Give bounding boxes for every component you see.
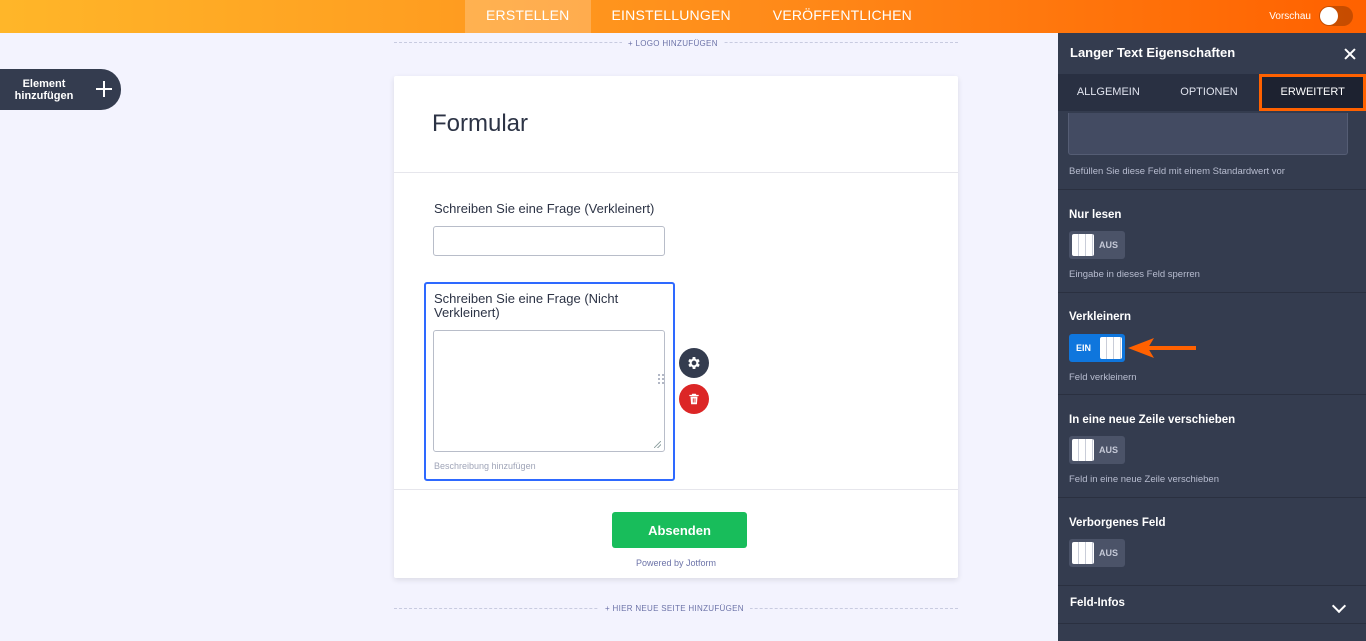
description-placeholder[interactable]: Beschreibung hinzufügen: [434, 461, 536, 471]
tab-allgemein[interactable]: ALLGEMEIN: [1058, 74, 1159, 111]
toggle-knob: [1072, 542, 1094, 564]
toggle-state: AUS: [1099, 548, 1119, 558]
tab-veroeffentlichen[interactable]: VERÖFFENTLICHEN: [752, 0, 933, 33]
toggle-knob: [1072, 234, 1094, 256]
panel-title: Langer Text Eigenschaften: [1070, 45, 1236, 60]
toggle-state: AUS: [1099, 240, 1119, 250]
separator: [1058, 292, 1366, 293]
new-line-title: In eine neue Zeile verschieben: [1069, 414, 1236, 426]
hidden-field-toggle[interactable]: AUS: [1069, 539, 1125, 567]
add-element-button[interactable]: Element hinzufügen: [0, 69, 121, 110]
tab-optionen[interactable]: OPTIONEN: [1159, 74, 1260, 111]
tab-erweitert[interactable]: ERWEITERT: [1259, 74, 1366, 111]
form-card: Formular Schreiben Sie eine Frage (Verkl…: [394, 76, 958, 578]
panel-tabs: ALLGEMEIN OPTIONEN ERWEITERT: [1058, 74, 1366, 111]
delete-field-button[interactable]: [679, 384, 709, 414]
separator: [1058, 623, 1366, 624]
builder-tabs: ERSTELLEN EINSTELLUNGEN VERÖFFENTLICHEN: [465, 0, 933, 33]
toggle-state: AUS: [1099, 445, 1119, 455]
shrink-helper: Feld verkleinern: [1069, 372, 1137, 383]
gear-icon: [688, 357, 700, 369]
field-settings-button[interactable]: [679, 348, 709, 378]
chevron-down-icon[interactable]: [1331, 598, 1347, 614]
add-element-label: Element hinzufügen: [14, 77, 74, 102]
add-page-link[interactable]: + HIER NEUE SEITE HINZUFÜGEN: [599, 604, 750, 613]
question2-textarea[interactable]: [433, 330, 665, 452]
form-title[interactable]: Formular: [432, 110, 528, 138]
separator: [1058, 394, 1366, 395]
preview-label: Vorschau: [1269, 10, 1311, 22]
shrink-toggle[interactable]: EIN: [1069, 334, 1125, 362]
toggle-knob: [1072, 439, 1094, 461]
top-navigation-bar: ERSTELLEN EINSTELLUNGEN VERÖFFENTLICHEN …: [0, 0, 1366, 33]
hidden-field-title: Verborgenes Feld: [1069, 517, 1166, 529]
question1-label[interactable]: Schreiben Sie eine Frage (Verkleinert): [434, 202, 654, 216]
separator: [1058, 189, 1366, 190]
read-only-helper: Eingabe in dieses Feld sperren: [1069, 269, 1200, 280]
header-divider: [394, 172, 958, 173]
read-only-title: Nur lesen: [1069, 209, 1122, 221]
new-line-helper: Feld in eine neue Zeile verschieben: [1069, 474, 1219, 485]
trash-icon: [689, 393, 699, 405]
default-value-textarea[interactable]: [1068, 113, 1348, 155]
tab-erstellen[interactable]: ERSTELLEN: [465, 0, 591, 33]
drag-handle-icon[interactable]: [658, 374, 666, 388]
preview-toggle[interactable]: [1319, 6, 1353, 26]
field-info-accordion[interactable]: Feld-Infos: [1070, 597, 1125, 609]
footer-divider: [394, 489, 958, 490]
close-icon[interactable]: [1344, 48, 1356, 60]
annotation-arrow-icon: [1128, 338, 1196, 358]
toggle-knob: [1100, 337, 1122, 359]
separator: [1058, 585, 1366, 586]
question1-input[interactable]: [433, 226, 665, 256]
new-line-toggle[interactable]: AUS: [1069, 436, 1125, 464]
add-logo-link[interactable]: + LOGO HINZUFÜGEN: [622, 39, 724, 48]
question2-label[interactable]: Schreiben Sie eine Frage (Nicht Verklein…: [434, 292, 654, 320]
submit-button[interactable]: Absenden: [612, 512, 747, 548]
plus-icon: [96, 81, 112, 97]
powered-by-text: Powered by Jotform: [635, 558, 717, 568]
preview-control: Vorschau: [1269, 6, 1353, 26]
shrink-title: Verkleinern: [1069, 311, 1132, 323]
separator: [1058, 497, 1366, 498]
tab-einstellungen[interactable]: EINSTELLUNGEN: [591, 0, 752, 33]
default-value-helper: Befüllen Sie diese Feld mit einem Standa…: [1069, 166, 1285, 177]
properties-panel: Langer Text Eigenschaften ALLGEMEIN OPTI…: [1058, 33, 1366, 641]
resize-handle-icon[interactable]: [654, 441, 661, 448]
read-only-toggle[interactable]: AUS: [1069, 231, 1125, 259]
toggle-state: EIN: [1076, 343, 1092, 353]
